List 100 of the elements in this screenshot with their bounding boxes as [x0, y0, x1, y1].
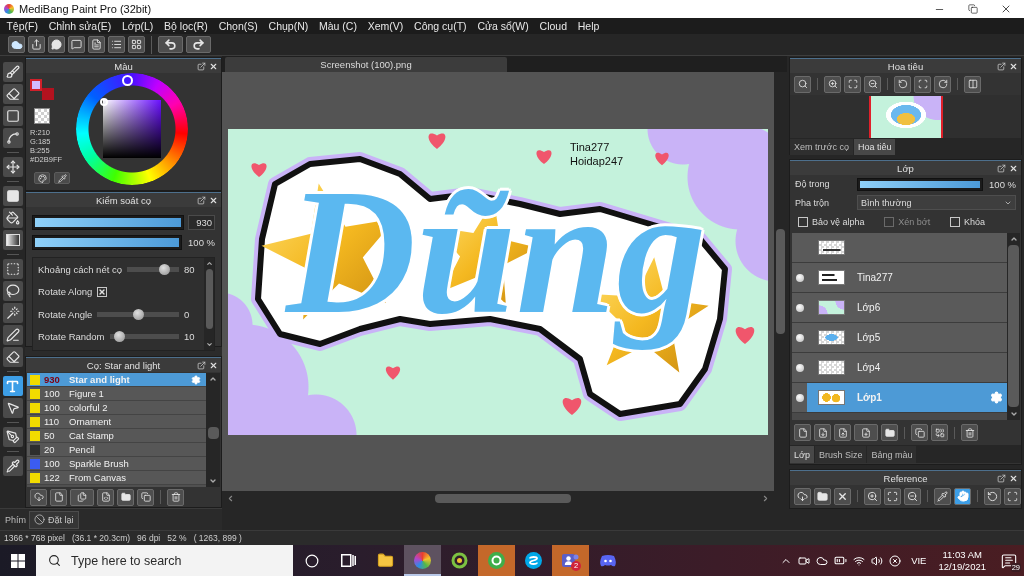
panel-tab[interactable]: Brush Size [814, 446, 867, 463]
brush-row[interactable]: 110 Ornament [27, 415, 206, 429]
undock-icon[interactable] [997, 61, 1006, 71]
script-brush-button[interactable] [97, 488, 114, 506]
menu-item[interactable]: Màu (C) [313, 18, 363, 34]
delete-button[interactable] [167, 488, 184, 506]
visibility-toggle[interactable] [792, 383, 807, 412]
brush-row[interactable]: 50 Cat Stamp [27, 429, 206, 443]
visibility-toggle[interactable] [792, 233, 807, 262]
secondary-color-swatch[interactable] [42, 88, 54, 100]
new-layer-up-button[interactable] [834, 424, 851, 441]
toolbar-button[interactable] [108, 36, 125, 53]
brush-list-scrollbar[interactable] [206, 373, 220, 487]
tool-button[interactable] [2, 230, 23, 250]
add-layer-menu-button[interactable] [854, 424, 878, 441]
redo-button[interactable] [186, 36, 211, 53]
clock-date[interactable]: 12/19/2021 [938, 560, 986, 573]
slider-thumb[interactable] [114, 331, 126, 343]
undock-icon[interactable] [997, 473, 1006, 483]
tool-button[interactable] [2, 157, 23, 177]
undock-icon[interactable] [197, 360, 206, 370]
menu-item[interactable]: Cửa sổ(W) [472, 18, 535, 34]
tool-button[interactable] [2, 325, 23, 345]
visibility-toggle[interactable] [792, 263, 807, 292]
toolbar-button[interactable] [128, 36, 145, 53]
tool-button[interactable] [2, 281, 23, 301]
reference-tool-button[interactable] [814, 487, 831, 505]
reference-tool-button[interactable] [1004, 487, 1021, 505]
menu-item[interactable]: Bộ lọc(R) [158, 18, 214, 34]
new-halftone-layer-button[interactable] [814, 424, 831, 441]
tool-button[interactable] [2, 106, 23, 126]
layer-option-checkbox[interactable] [798, 216, 808, 227]
color-picker-button[interactable] [54, 172, 70, 184]
close-icon[interactable] [1009, 61, 1018, 71]
layer-row[interactable]: Tina277 [807, 263, 1007, 292]
layer-folder-button[interactable] [881, 424, 898, 441]
settings-scrollbar[interactable] [204, 258, 214, 350]
reference-tool-button[interactable] [834, 487, 851, 505]
menu-item[interactable]: Cloud [534, 18, 573, 34]
reference-tool-button[interactable] [794, 487, 811, 505]
undock-icon[interactable] [197, 195, 206, 205]
menu-item[interactable]: Chọn(S) [213, 18, 264, 34]
undo-button[interactable] [158, 36, 183, 53]
toolbar-button[interactable] [88, 36, 105, 53]
visibility-toggle[interactable] [792, 323, 807, 352]
menu-item[interactable]: Tệp(F) [1, 18, 44, 34]
toolbar-button[interactable] [28, 36, 45, 53]
zoom-in-button[interactable] [824, 75, 841, 93]
close-icon[interactable] [209, 61, 218, 71]
panel-tab[interactable]: Xem trước cọ [790, 139, 853, 155]
scroll-thumb[interactable] [435, 493, 571, 503]
palette-button[interactable] [34, 172, 50, 184]
tool-button[interactable] [2, 259, 23, 279]
color-marker-icon[interactable] [100, 98, 108, 106]
menu-item[interactable]: Help [572, 18, 605, 34]
layer-list-scrollbar[interactable] [1007, 233, 1020, 420]
flip-button[interactable] [964, 75, 981, 93]
brush-row[interactable]: 100 colorful 2 [27, 401, 206, 415]
tool-button[interactable] [2, 427, 23, 447]
tool-button[interactable] [2, 398, 23, 418]
reference-tool-button[interactable] [904, 487, 921, 505]
primary-color-swatch[interactable] [30, 79, 42, 91]
fit-frame-button[interactable] [914, 75, 931, 93]
layer-row[interactable]: Lớp5 [807, 323, 1007, 352]
zoom-out-button[interactable] [864, 75, 881, 93]
reset-button[interactable]: Đặt lại [29, 510, 79, 529]
setting-checkbox[interactable] [97, 286, 108, 297]
transparent-swatch[interactable] [34, 108, 50, 124]
scroll-thumb[interactable] [207, 427, 219, 439]
tool-button[interactable] [2, 62, 23, 82]
reference-tool-button[interactable] [884, 487, 901, 505]
reference-tool-button[interactable] [954, 487, 971, 505]
tool-button[interactable] [2, 376, 23, 396]
panel-tab[interactable]: Lớp [790, 446, 814, 463]
close-icon[interactable] [1009, 473, 1018, 483]
tool-button[interactable] [2, 84, 23, 104]
reference-tool-button[interactable] [864, 487, 881, 505]
brush-size-field[interactable]: 930 [188, 215, 215, 230]
clock-time[interactable]: 11:03 AM [942, 548, 982, 561]
blend-mode-dropdown[interactable]: Bình thường [857, 195, 1016, 210]
menu-item[interactable]: Xem(V) [362, 18, 409, 34]
tool-button[interactable] [2, 456, 23, 476]
undock-icon[interactable] [197, 61, 206, 71]
menu-item[interactable]: Lớp(L) [116, 18, 159, 34]
document-tab[interactable]: Screenshot (100).png [225, 57, 507, 72]
brush-row[interactable]: 100 Figure 1 [27, 387, 206, 401]
tool-button[interactable] [2, 128, 23, 148]
tool-button[interactable] [2, 347, 23, 367]
layer-row[interactable]: Lớp6 [807, 293, 1007, 322]
rotate-right-button[interactable] [934, 75, 951, 93]
brush-row[interactable]: 930 Star and light [27, 373, 206, 387]
menu-item[interactable]: Chỉnh sửa(E) [43, 18, 117, 34]
copy-brush-button[interactable] [70, 488, 94, 506]
tool-button[interactable] [2, 208, 23, 228]
delete-layer-button[interactable] [961, 424, 978, 441]
close-icon[interactable] [1009, 163, 1018, 173]
slider-thumb[interactable] [158, 263, 170, 275]
toolbar-button[interactable] [68, 36, 85, 53]
panel-tab[interactable]: Bảng màu [867, 446, 917, 463]
toolbar-button[interactable] [8, 36, 25, 53]
